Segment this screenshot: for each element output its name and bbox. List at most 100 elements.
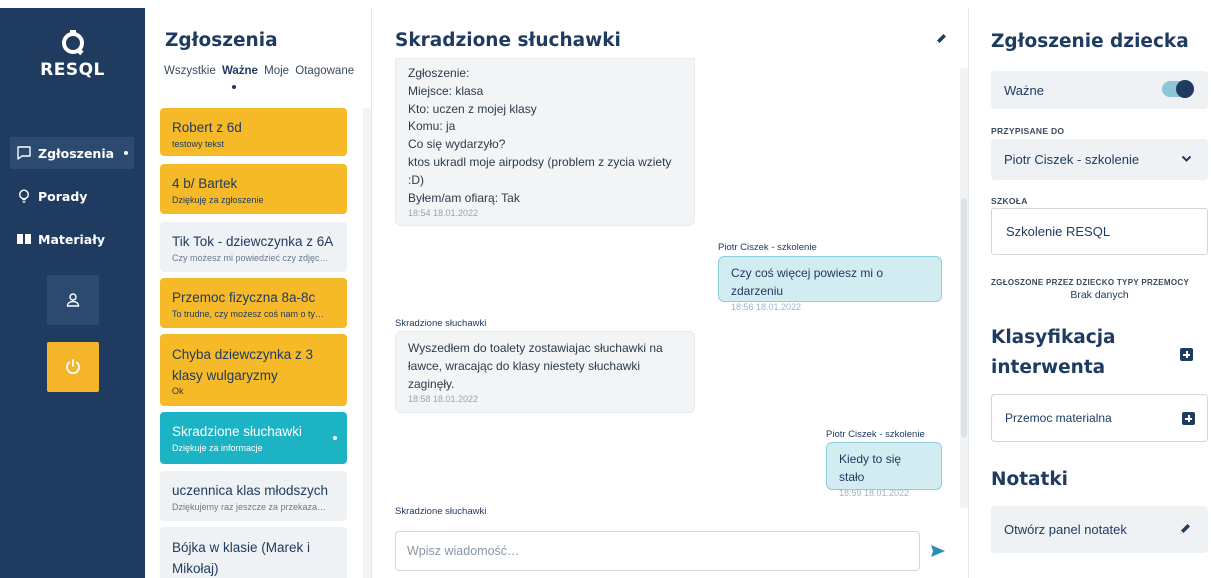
nav-item-materialy[interactable]: Materiały (10, 223, 134, 255)
message-input[interactable] (395, 531, 920, 571)
report-title: Robert z 6d (172, 120, 242, 135)
chat-scrollbar-thumb[interactable] (961, 198, 967, 438)
report-preview: Dziękuje za informacje (172, 443, 263, 453)
selected-indicator-dot (333, 436, 337, 440)
report-title: Skradzione słuchawki (172, 424, 302, 439)
plus-icon[interactable] (1182, 412, 1195, 425)
assigned-value: Piotr Ciszek - szkolenie (1004, 152, 1140, 167)
message-line: ławce, wracając do klasy niestety słucha… (408, 358, 641, 373)
classification-title-line2: interwenta (991, 357, 1106, 378)
message-line: Kiedy to się stało (839, 452, 902, 484)
chevron-down-icon (1181, 155, 1192, 162)
active-indicator-dot (124, 151, 128, 155)
report-card[interactable]: uczennica klas młodszych Dziękujemy raz … (160, 471, 347, 521)
edit-pencil-icon[interactable] (934, 32, 948, 46)
report-card[interactable]: Chyba dziewczynka z 3 klasy wulgaryzmy O… (160, 334, 347, 406)
report-title: 4 b/ Bartek (172, 176, 238, 191)
report-preview: To trudne, czy możesz coś nam o ty… (172, 309, 325, 319)
important-toggle-row[interactable]: Ważne (991, 71, 1208, 109)
message-timestamp: 18:59 18.01.2022 (839, 487, 910, 498)
assigned-label: PRZYPISANE DO (991, 126, 1065, 136)
message-line: zaginęły. (408, 376, 455, 391)
report-card[interactable]: Przemoc fizyczna 8a-8c To trudne, czy mo… (160, 278, 347, 328)
report-preview: Dziękujemy raz jeszcze za przekaza… (172, 502, 327, 512)
notes-title: Notatki (991, 469, 1069, 490)
user-profile-button[interactable] (47, 275, 99, 325)
assigned-select[interactable]: Piotr Ciszek - szkolenie (991, 139, 1208, 180)
message-line: Zgłoszenie: (408, 66, 470, 80)
violence-types-value: Brak danych (1070, 289, 1129, 301)
report-preview: testowy tekst (172, 139, 225, 149)
report-card-selected[interactable]: Skradzione słuchawki Dziękuje za informa… (160, 412, 347, 464)
reports-scrollbar[interactable] (363, 108, 371, 578)
school-field[interactable]: Szkolenie RESQL (991, 208, 1208, 255)
reports-title: Zgłoszenia (165, 30, 278, 51)
filter-otagowane[interactable]: Otagowane (295, 65, 354, 77)
nav-item-zgloszenia[interactable]: Zgłoszenia (10, 137, 134, 169)
filter-moje[interactable]: Moje (264, 65, 289, 77)
logo-icon (61, 30, 84, 56)
nav-item-label: Zgłoszenia (38, 145, 115, 161)
power-icon (66, 359, 80, 374)
logo-text: RESQL (40, 60, 105, 80)
message-line: Byłem/am ofiarą: Tak (408, 190, 520, 205)
filter-wazne[interactable]: Ważne (222, 65, 258, 77)
send-icon[interactable] (930, 544, 946, 558)
book-icon (17, 234, 31, 244)
message-line: Wyszedłem do toalety zostawiajac słuchaw… (408, 341, 663, 355)
school-label: SZKOŁA (991, 196, 1028, 206)
report-details-panel: Zgłoszenie dziecka Ważne PRZYPISANE DO P… (970, 8, 1211, 578)
lightbulb-icon (18, 189, 30, 203)
important-toggle[interactable] (1162, 80, 1194, 98)
logout-button[interactable] (47, 342, 99, 392)
report-card[interactable]: Robert z 6d testowy tekst (160, 108, 347, 156)
message-line: Czy coś więcej powiesz mi o zdarzeniu (731, 266, 884, 298)
message-sender: Piotr Ciszek - szkolenie (826, 429, 925, 440)
message-line: :D) (408, 172, 424, 187)
filter-wszystkie[interactable]: Wszystkie (164, 65, 216, 77)
message-outgoing: Czy coś więcej powiesz mi o zdarzeniu 18… (718, 256, 942, 312)
report-card[interactable]: Tik Tok - dziewczynka z 6A Czy możesz mi… (160, 222, 347, 272)
report-title: Chyba dziewczynka z 3 klasy wulgaryzmy (172, 347, 314, 383)
message-incoming: Zgłoszenie: Miejsce: klasa Kto: uczen z … (395, 58, 695, 226)
message-timestamp: 18:54 18.01.2022 (408, 208, 479, 219)
nav-item-porady[interactable]: Porady (10, 180, 134, 212)
report-title: Tik Tok - dziewczynka z 6A (172, 234, 334, 249)
important-label: Ważne (1004, 82, 1044, 98)
nav-item-label: Porady (38, 188, 88, 204)
report-title: Bójka w klasie (Marek i Mikołaj) (172, 540, 311, 576)
chat-column: Skradzione słuchawki Zgłoszenie: Miejsce… (371, 8, 969, 578)
message-sender: Piotr Ciszek - szkolenie (718, 242, 817, 253)
user-icon (66, 293, 80, 307)
report-card[interactable]: 4 b/ Bartek Dziękuję za zgłoszenie (160, 164, 347, 214)
active-filter-indicator (232, 85, 236, 89)
message-line: Miejsce: klasa (408, 83, 484, 98)
add-classification-icon[interactable] (1180, 348, 1193, 361)
report-filters: Wszystkie Ważne Moje Otagowane (164, 65, 357, 77)
chat-title: Skradzione słuchawki (395, 30, 621, 51)
classification-item-label: Przemoc materialna (1005, 411, 1112, 425)
violence-types-label: ZGŁOSZONE PRZEZ DZIECKO TYPY PRZEMOCY (991, 278, 1190, 287)
message-square-icon (17, 146, 31, 160)
reports-column: Zgłoszenia Wszystkie Ważne Moje Otagowan… (145, 8, 371, 578)
message-incoming: Wyszedłem do toalety zostawiajac słuchaw… (395, 331, 695, 413)
message-line: Komu: ja (408, 119, 456, 134)
logo: RESQL (0, 30, 145, 80)
message-outgoing: Kiedy to się stało 18:59 18.01.2022 (826, 442, 942, 498)
report-preview: Ok (172, 386, 184, 396)
open-notes-button[interactable]: Otwórz panel notatek (991, 506, 1208, 553)
report-title: uczennica klas młodszych (172, 483, 329, 498)
report-card[interactable]: Bójka w klasie (Marek i Mikołaj) (160, 527, 347, 578)
typing-sender-label: Skradzione słuchawki (395, 506, 487, 517)
message-timestamp: 18:58 18.01.2022 (408, 394, 479, 405)
message-timestamp: 18:56 18.01.2022 (731, 301, 802, 312)
report-preview: Dziękuję za zgłoszenie (172, 195, 264, 205)
message-line: Co się wydarzyło? (408, 137, 506, 152)
open-notes-label: Otwórz panel notatek (1004, 522, 1127, 537)
classification-title-line1: Klasyfikacja (991, 327, 1116, 348)
report-preview: Czy możesz mi powiedzieć czy zdjęc… (172, 253, 329, 263)
message-sender: Skradzione słuchawki (395, 318, 487, 329)
classification-item[interactable]: Przemoc materialna (991, 394, 1208, 442)
edit-pencil-icon (1180, 524, 1190, 534)
report-title: Przemoc fizyczna 8a-8c (172, 290, 316, 305)
